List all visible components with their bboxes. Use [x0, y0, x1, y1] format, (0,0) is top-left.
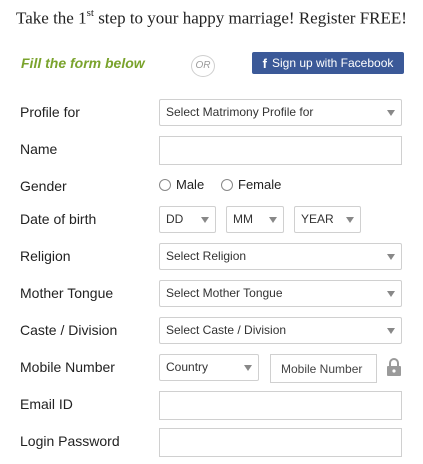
chevron-down-icon	[387, 110, 395, 116]
gender-male-radio[interactable]: Male	[159, 177, 204, 192]
chevron-down-icon	[244, 365, 252, 371]
dob-month-value: MM	[233, 212, 253, 226]
facebook-icon: f	[262, 55, 267, 71]
headline-pre: Take the 1	[16, 8, 87, 28]
mother-tongue-label: Mother Tongue	[20, 285, 114, 301]
caste-label: Caste / Division	[20, 322, 118, 338]
chevron-down-icon	[201, 217, 209, 223]
dob-month-select[interactable]: MM	[226, 206, 284, 233]
radio-circle-icon	[221, 178, 233, 191]
religion-select[interactable]: Select Religion	[159, 243, 402, 270]
headline-post: step to your happy marriage! Register FR…	[93, 8, 407, 28]
profile-for-label: Profile for	[20, 104, 80, 120]
password-input[interactable]	[159, 428, 402, 457]
dob-year-select[interactable]: YEAR	[294, 206, 361, 233]
profile-for-select-value: Select Matrimony Profile for	[166, 105, 314, 119]
radio-circle-icon	[159, 178, 171, 191]
chevron-down-icon	[346, 217, 354, 223]
country-select[interactable]: Country	[159, 354, 259, 381]
fill-form-text: Fill the form below	[21, 55, 145, 71]
profile-for-select[interactable]: Select Matrimony Profile for	[159, 99, 402, 126]
dob-day-value: DD	[166, 212, 184, 226]
gender-female-label: Female	[238, 177, 282, 192]
chevron-down-icon	[269, 217, 277, 223]
facebook-signup-label: Sign up with Facebook	[271, 56, 394, 70]
facebook-signup-button[interactable]: f Sign up with Facebook	[252, 52, 404, 74]
caste-select-value: Select Caste / Division	[166, 323, 287, 337]
password-label: Login Password	[20, 433, 120, 449]
caste-select[interactable]: Select Caste / Division	[159, 317, 402, 344]
page-headline: Take the 1st step to your happy marriage…	[0, 7, 423, 29]
gender-female-radio[interactable]: Female	[221, 177, 281, 192]
name-input[interactable]	[159, 136, 402, 165]
mother-tongue-select-value: Select Mother Tongue	[166, 286, 283, 300]
email-label: Email ID	[20, 396, 73, 412]
headline-sup: st	[86, 7, 94, 19]
chevron-down-icon	[387, 254, 395, 260]
country-select-value: Country	[166, 360, 209, 374]
chevron-down-icon	[387, 291, 395, 297]
mobile-number-input[interactable]	[270, 354, 377, 383]
mobile-label: Mobile Number	[20, 359, 115, 375]
chevron-down-icon	[387, 328, 395, 334]
religion-label: Religion	[20, 248, 71, 264]
name-label: Name	[20, 141, 58, 157]
dob-year-value: YEAR	[301, 212, 334, 226]
religion-select-value: Select Religion	[166, 249, 247, 263]
gender-male-label: Male	[176, 177, 205, 192]
dob-day-select[interactable]: DD	[159, 206, 216, 233]
or-divider: OR	[191, 55, 215, 77]
gender-label: Gender	[20, 178, 67, 194]
dob-label: Date of birth	[20, 211, 97, 227]
email-input[interactable]	[159, 391, 402, 420]
mother-tongue-select[interactable]: Select Mother Tongue	[159, 280, 402, 307]
lock-icon	[387, 358, 401, 376]
